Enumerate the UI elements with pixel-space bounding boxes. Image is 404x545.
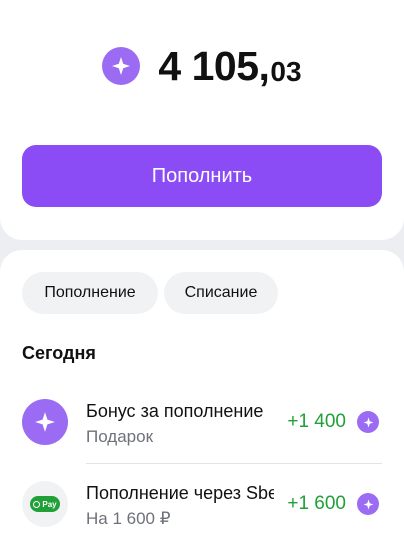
transaction-row[interactable]: Бонус за пополнение Подарок +1 400	[0, 387, 404, 459]
filter-chip-spend[interactable]: Списание	[164, 272, 278, 314]
bonus-star-icon	[22, 399, 68, 445]
bonus-coin-icon	[357, 493, 379, 515]
filter-chip-topup[interactable]: Пополнение	[22, 272, 158, 314]
balance-card: 4 105, 03 Пополнить	[0, 0, 404, 240]
divider	[86, 463, 382, 464]
balance-display: 4 105, 03	[0, 40, 404, 92]
bonus-coin-icon	[357, 411, 379, 433]
topup-button[interactable]: Пополнить	[22, 145, 382, 207]
transaction-subtitle: Подарок	[86, 427, 154, 446]
transaction-title: Пополнение через SberPay	[86, 483, 274, 503]
transaction-title: Бонус за пополнение	[86, 401, 264, 421]
balance-integer: 4 105,	[158, 42, 270, 89]
section-title-today: Сегодня	[22, 343, 96, 363]
balance-fraction: 03	[270, 56, 302, 87]
transaction-amount: +1 600	[287, 493, 346, 514]
sberpay-icon: Pay	[22, 481, 68, 527]
sberpay-badge: Pay	[30, 496, 60, 512]
sberpay-badge-label: Pay	[42, 499, 57, 509]
sber-logo-icon	[33, 500, 41, 508]
transaction-row[interactable]: Pay Пополнение через SberPay На 1 600 ₽ …	[0, 469, 404, 541]
transaction-subtitle: На 1 600 ₽	[86, 509, 171, 528]
transaction-amount: +1 400	[287, 411, 346, 432]
history-card: Пополнение Списание Сегодня Бонус за поп…	[0, 250, 404, 545]
bonus-star-icon	[102, 47, 141, 85]
